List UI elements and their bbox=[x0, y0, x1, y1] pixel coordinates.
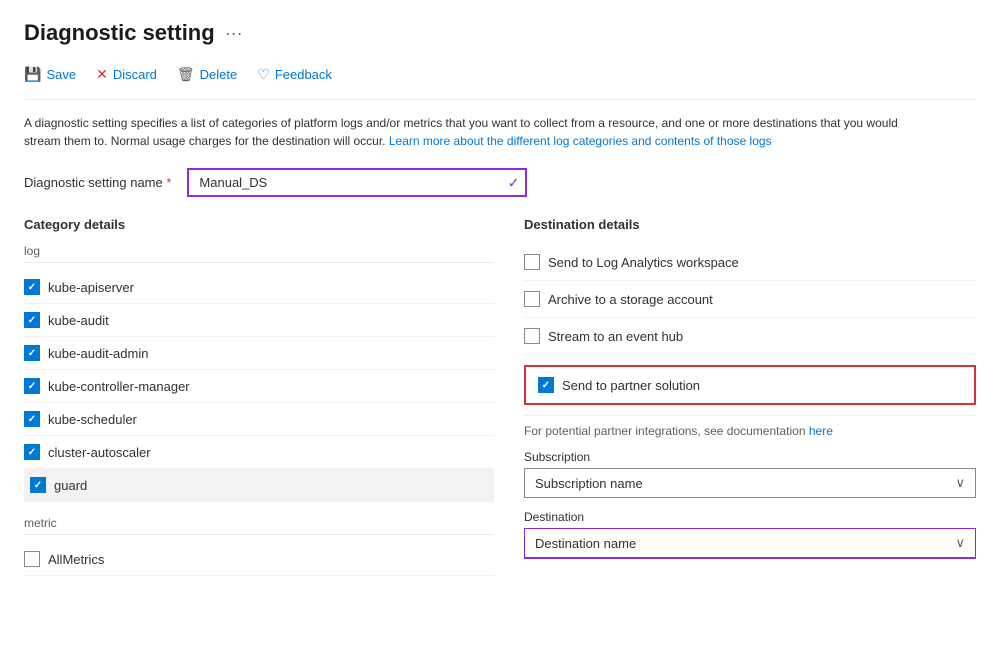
allmetrics-label: AllMetrics bbox=[48, 552, 104, 567]
discard-button[interactable]: ✕ Discard bbox=[96, 62, 157, 87]
event-hub-label: Stream to an event hub bbox=[548, 329, 683, 344]
destination-dropdown[interactable]: Destination name ∨ bbox=[524, 528, 976, 559]
feedback-button[interactable]: ♡ Feedback bbox=[257, 62, 332, 87]
partner-info: For potential partner integrations, see … bbox=[524, 424, 976, 438]
page-title-row: Diagnostic setting ··· bbox=[24, 20, 976, 46]
delete-button[interactable]: 🗑 Delete bbox=[177, 62, 237, 87]
delete-label: Delete bbox=[200, 67, 238, 82]
dest-storage-row: Archive to a storage account bbox=[524, 281, 976, 318]
allmetrics-checkbox[interactable] bbox=[24, 551, 40, 567]
log-analytics-label: Send to Log Analytics workspace bbox=[548, 255, 739, 270]
learn-more-link[interactable]: Learn more about the different log categ… bbox=[389, 134, 772, 148]
save-label: Save bbox=[46, 67, 76, 82]
dest-log-analytics-row: Send to Log Analytics workspace bbox=[524, 244, 976, 281]
destination-details-panel: Destination details Send to Log Analytic… bbox=[514, 217, 976, 576]
log-group-label: log bbox=[24, 244, 494, 263]
setting-name-label: Diagnostic setting name * bbox=[24, 175, 171, 190]
list-item: kube-controller-manager bbox=[24, 370, 494, 403]
list-item: kube-audit-admin bbox=[24, 337, 494, 370]
discard-icon: ✕ bbox=[96, 66, 108, 83]
category-details-title: Category details bbox=[24, 217, 494, 232]
cluster-autoscaler-label: cluster-autoscaler bbox=[48, 445, 151, 460]
page-container: Diagnostic setting ··· 💾 Save ✕ Discard … bbox=[0, 0, 1000, 596]
destination-label: Destination bbox=[524, 510, 976, 524]
main-content: Category details log kube-apiserver kube… bbox=[24, 217, 976, 576]
metric-group: metric AllMetrics bbox=[24, 516, 494, 576]
list-item: guard bbox=[24, 469, 494, 502]
ellipsis-menu[interactable]: ··· bbox=[225, 23, 243, 44]
kube-apiserver-label: kube-apiserver bbox=[48, 280, 134, 295]
destination-field: Destination Destination name ∨ bbox=[524, 510, 976, 559]
description-text: A diagnostic setting specifies a list of… bbox=[24, 114, 924, 150]
event-hub-checkbox[interactable] bbox=[524, 328, 540, 344]
guard-checkbox[interactable] bbox=[30, 477, 46, 493]
feedback-label: Feedback bbox=[275, 67, 332, 82]
kube-audit-label: kube-audit bbox=[48, 313, 109, 328]
log-analytics-checkbox[interactable] bbox=[524, 254, 540, 270]
subscription-label: Subscription bbox=[524, 450, 976, 464]
kube-audit-admin-checkbox[interactable] bbox=[24, 345, 40, 361]
chevron-down-icon: ∨ bbox=[955, 535, 965, 551]
list-item: cluster-autoscaler bbox=[24, 436, 494, 469]
subscription-dropdown[interactable]: Subscription name ∨ bbox=[524, 468, 976, 498]
delete-icon: 🗑 bbox=[177, 66, 195, 83]
dest-partner-row: Send to partner solution bbox=[524, 355, 976, 416]
save-button[interactable]: 💾 Save bbox=[24, 62, 76, 87]
storage-checkbox[interactable] bbox=[524, 291, 540, 307]
partner-solution-label: Send to partner solution bbox=[562, 378, 700, 393]
kube-controller-manager-label: kube-controller-manager bbox=[48, 379, 190, 394]
save-icon: 💾 bbox=[24, 66, 41, 83]
dest-event-hub-row: Stream to an event hub bbox=[524, 318, 976, 355]
discard-label: Discard bbox=[113, 67, 157, 82]
list-item: kube-apiserver bbox=[24, 271, 494, 304]
metric-group-label: metric bbox=[24, 516, 494, 535]
guard-label: guard bbox=[54, 478, 87, 493]
kube-controller-manager-checkbox[interactable] bbox=[24, 378, 40, 394]
destination-details-title: Destination details bbox=[524, 217, 976, 232]
kube-audit-checkbox[interactable] bbox=[24, 312, 40, 328]
setting-name-input[interactable] bbox=[187, 168, 527, 197]
kube-scheduler-label: kube-scheduler bbox=[48, 412, 137, 427]
destination-value: Destination name bbox=[535, 536, 636, 551]
storage-label: Archive to a storage account bbox=[548, 292, 713, 307]
partner-docs-link[interactable]: here bbox=[809, 424, 833, 438]
cluster-autoscaler-checkbox[interactable] bbox=[24, 444, 40, 460]
kube-apiserver-checkbox[interactable] bbox=[24, 279, 40, 295]
partner-solution-box: Send to partner solution bbox=[524, 365, 976, 405]
partner-solution-checkbox[interactable] bbox=[538, 377, 554, 393]
subscription-value: Subscription name bbox=[535, 476, 643, 491]
list-item: kube-scheduler bbox=[24, 403, 494, 436]
log-group: log kube-apiserver kube-audit kube-audit… bbox=[24, 244, 494, 502]
toolbar: 💾 Save ✕ Discard 🗑 Delete ♡ Feedback bbox=[24, 62, 976, 100]
list-item: AllMetrics bbox=[24, 543, 494, 576]
kube-audit-admin-label: kube-audit-admin bbox=[48, 346, 148, 361]
chevron-down-icon: ∨ bbox=[955, 475, 965, 491]
input-check-icon: ✓ bbox=[508, 174, 520, 191]
setting-name-input-wrapper: ✓ bbox=[187, 168, 527, 197]
setting-name-row: Diagnostic setting name * ✓ bbox=[24, 168, 976, 197]
list-item: kube-audit bbox=[24, 304, 494, 337]
feedback-icon: ♡ bbox=[257, 66, 270, 83]
kube-scheduler-checkbox[interactable] bbox=[24, 411, 40, 427]
page-title: Diagnostic setting bbox=[24, 20, 215, 46]
category-details-panel: Category details log kube-apiserver kube… bbox=[24, 217, 514, 576]
subscription-field: Subscription Subscription name ∨ bbox=[524, 450, 976, 498]
